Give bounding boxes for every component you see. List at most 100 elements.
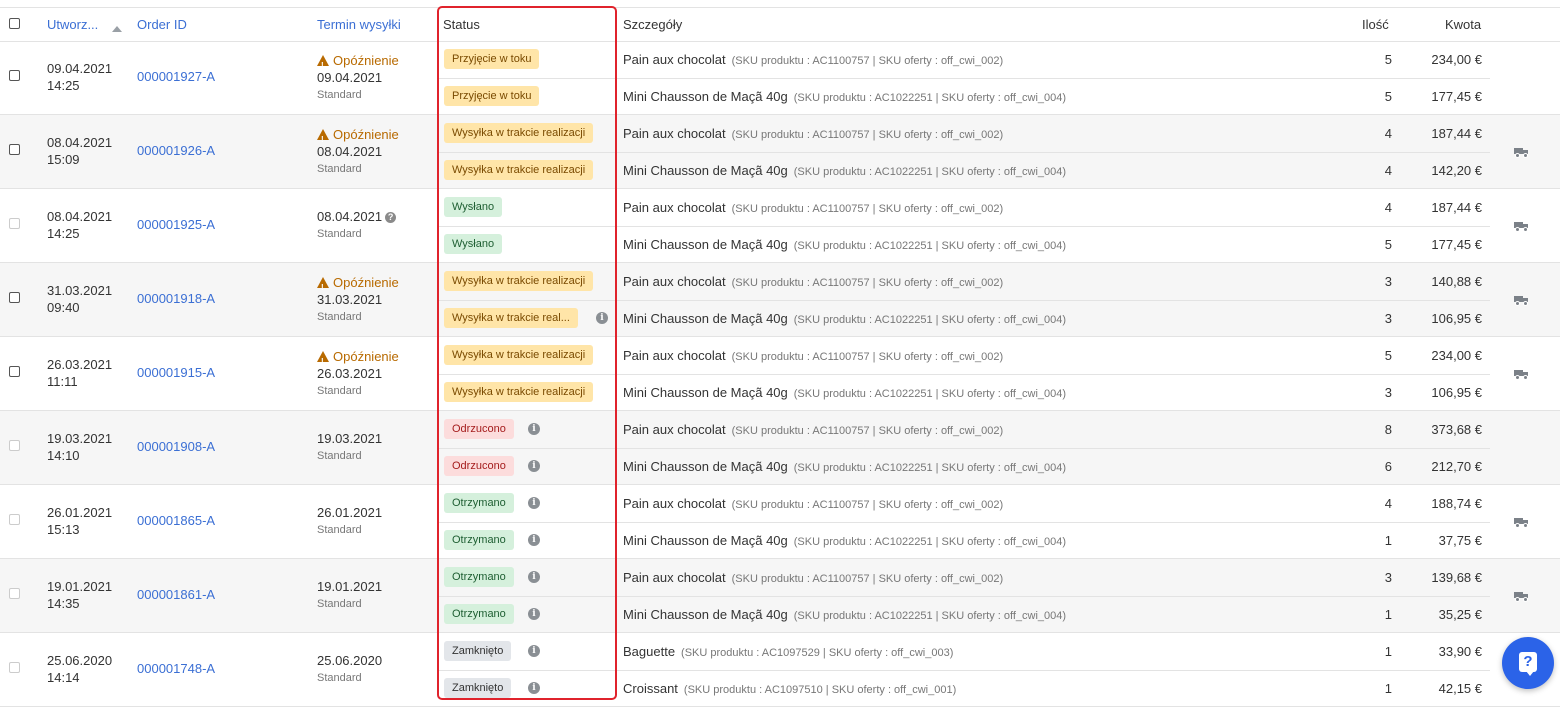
info-icon[interactable]: i [528,645,540,657]
truck-icon[interactable] [1514,296,1528,306]
item-details: Pain aux chocolat (SKU produktu : AC11007… [623,125,1003,144]
order-id-link[interactable]: 000001925-A [137,216,215,233]
question-icon[interactable]: ? [385,212,397,223]
status-badge: Zamknięto [444,678,512,698]
product-name: Mini Chausson de Maçã 40g [623,89,788,104]
item-details: Mini Chausson de Maçã 40g (SKU produktu :… [623,236,1066,255]
truck-icon-part [1515,301,1520,306]
item-qty: 4 [1384,200,1392,215]
info-icon[interactable]: i [528,571,540,583]
product-sku: (SKU produktu : AC1022251 | SKU oferty :… [793,610,1067,622]
order-row: 08.04.2021 14:25 000001925-A 08.04.2021? Sta… [0,189,1560,263]
created-time: 14:25 [47,226,80,241]
status-badge: Odrzucono [444,456,514,476]
order-row: 19.01.2021 14:35 000001861-A 19.01.2021 Stan… [0,559,1560,633]
product-name: Mini Chausson de Maçã 40g [623,311,788,326]
created-time: 14:14 [47,670,80,685]
truck-icon[interactable] [1514,222,1528,232]
product-name: Pain aux chocolat [623,274,726,289]
product-name: Pain aux chocolat [623,570,726,585]
truck-icon[interactable] [1514,592,1528,602]
column-created[interactable]: Utworz... [47,17,98,33]
status-badge: Otrzymano [444,493,514,513]
item-details: Pain aux chocolat (SKU produktu : AC11007… [623,273,1003,292]
item-amount: 212,70 € [1431,459,1482,474]
info-icon[interactable]: i [528,608,540,620]
shipping-method: Standard [317,311,362,323]
product-sku: (SKU produktu : AC1100757 | SKU oferty :… [731,203,1004,215]
deadline-text: 19.01.2021 [317,579,383,594]
status-badge: Przyjęcie w toku [444,49,540,69]
order-id-link[interactable]: 000001915-A [137,364,215,381]
created-date: 26.03.2021 [47,357,113,372]
order-id-link[interactable]: 000001927-A [137,68,215,85]
item-details: Pain aux chocolat (SKU produktu : AC11007… [623,51,1003,70]
info-icon[interactable]: i [596,312,608,324]
product-sku: (SKU produktu : AC1022251 | SKU oferty :… [793,92,1067,104]
row-checkbox [9,218,20,229]
product-sku: (SKU produktu : AC1100757 | SKU oferty :… [731,55,1004,67]
item-details: Pain aux chocolat (SKU produktu : AC11007… [623,347,1003,366]
order-row: 09.04.2021 14:25 000001927-A Opóźnienie 09.0… [0,41,1560,115]
row-checkbox[interactable] [9,366,20,377]
item-amount: 188,74 € [1431,496,1482,511]
sort-asc-icon[interactable] [112,26,122,32]
ship-deadline-date: 08.04.2021 [317,144,383,159]
deadline-text: 26.01.2021 [317,505,383,520]
info-icon[interactable]: i [528,534,540,546]
order-id-link[interactable]: 000001908-A [137,438,215,455]
ship-deadline-date: 31.03.2021 [317,292,383,307]
order-id-link[interactable]: 000001861-A [137,586,215,603]
item-qty: 4 [1384,163,1392,178]
truck-icon[interactable] [1514,370,1528,380]
row-checkbox[interactable] [9,144,20,155]
item-details: Mini Chausson de Maçã 40g (SKU produktu :… [623,310,1066,329]
row-checkbox[interactable] [9,292,20,303]
truck-icon[interactable] [1514,518,1528,528]
row-checkbox[interactable] [9,70,20,81]
column-ship-deadline[interactable]: Termin wysyłki [317,17,401,33]
ship-deadline-date: 25.06.2020 [317,652,382,669]
order-id-link[interactable]: 000001926-A [137,142,215,159]
truck-icon-part [1515,375,1520,380]
item-qty: 4 [1384,496,1392,511]
created-time: 11:11 [47,374,78,389]
row-checkbox [9,440,20,451]
info-icon[interactable]: i [528,682,540,694]
help-button[interactable]: ? [1502,637,1554,689]
item-details: Mini Chausson de Maçã 40g (SKU produktu :… [623,162,1066,181]
product-sku: (SKU produktu : AC1097510 | SKU oferty :… [683,684,957,696]
info-icon[interactable]: i [528,423,540,435]
product-sku: (SKU produktu : AC1100757 | SKU oferty :… [731,573,1004,585]
ship-deadline-date: 19.03.2021 [317,430,382,447]
order-id-link[interactable]: 000001865-A [137,512,215,529]
truck-icon[interactable] [1514,148,1528,158]
item-qty: 1 [1384,533,1392,548]
item-divider [438,374,1490,375]
order-id-link[interactable]: 000001748-A [137,660,215,677]
order-row: 26.01.2021 15:13 000001865-A 26.01.2021 Stan… [0,485,1560,559]
shipping-method: Standard [317,598,362,610]
delay-label: Opóźnienie [333,275,399,290]
item-amount: 234,00 € [1431,52,1482,67]
shipping-method: Standard [317,385,362,397]
created-date: 08.04.2021 [47,209,113,224]
column-status: Status [443,17,480,32]
product-sku: (SKU produktu : AC1022251 | SKU oferty :… [793,166,1067,178]
column-order-id[interactable]: Order ID [137,17,187,33]
info-icon[interactable]: i [528,497,540,509]
deadline-text: 08.04.2021 [317,209,383,224]
item-qty: 1 [1384,644,1392,659]
created-date: 19.03.2021 [47,431,113,446]
item-details: Pain aux chocolat (SKU produktu : AC11007… [623,199,1003,218]
item-details: Mini Chausson de Maçã 40g (SKU produktu :… [623,458,1066,477]
truck-icon-part [1515,523,1520,528]
select-all-checkbox[interactable] [9,18,20,29]
created-time: 15:13 [47,522,80,537]
truck-icon-part [1523,153,1528,158]
item-amount: 33,90 € [1438,644,1482,659]
status-badge: Wysyłka w trakcie realizacji [444,345,594,365]
order-id-link[interactable]: 000001918-A [137,290,215,307]
info-icon[interactable]: i [528,460,540,472]
row-checkbox [9,662,20,673]
